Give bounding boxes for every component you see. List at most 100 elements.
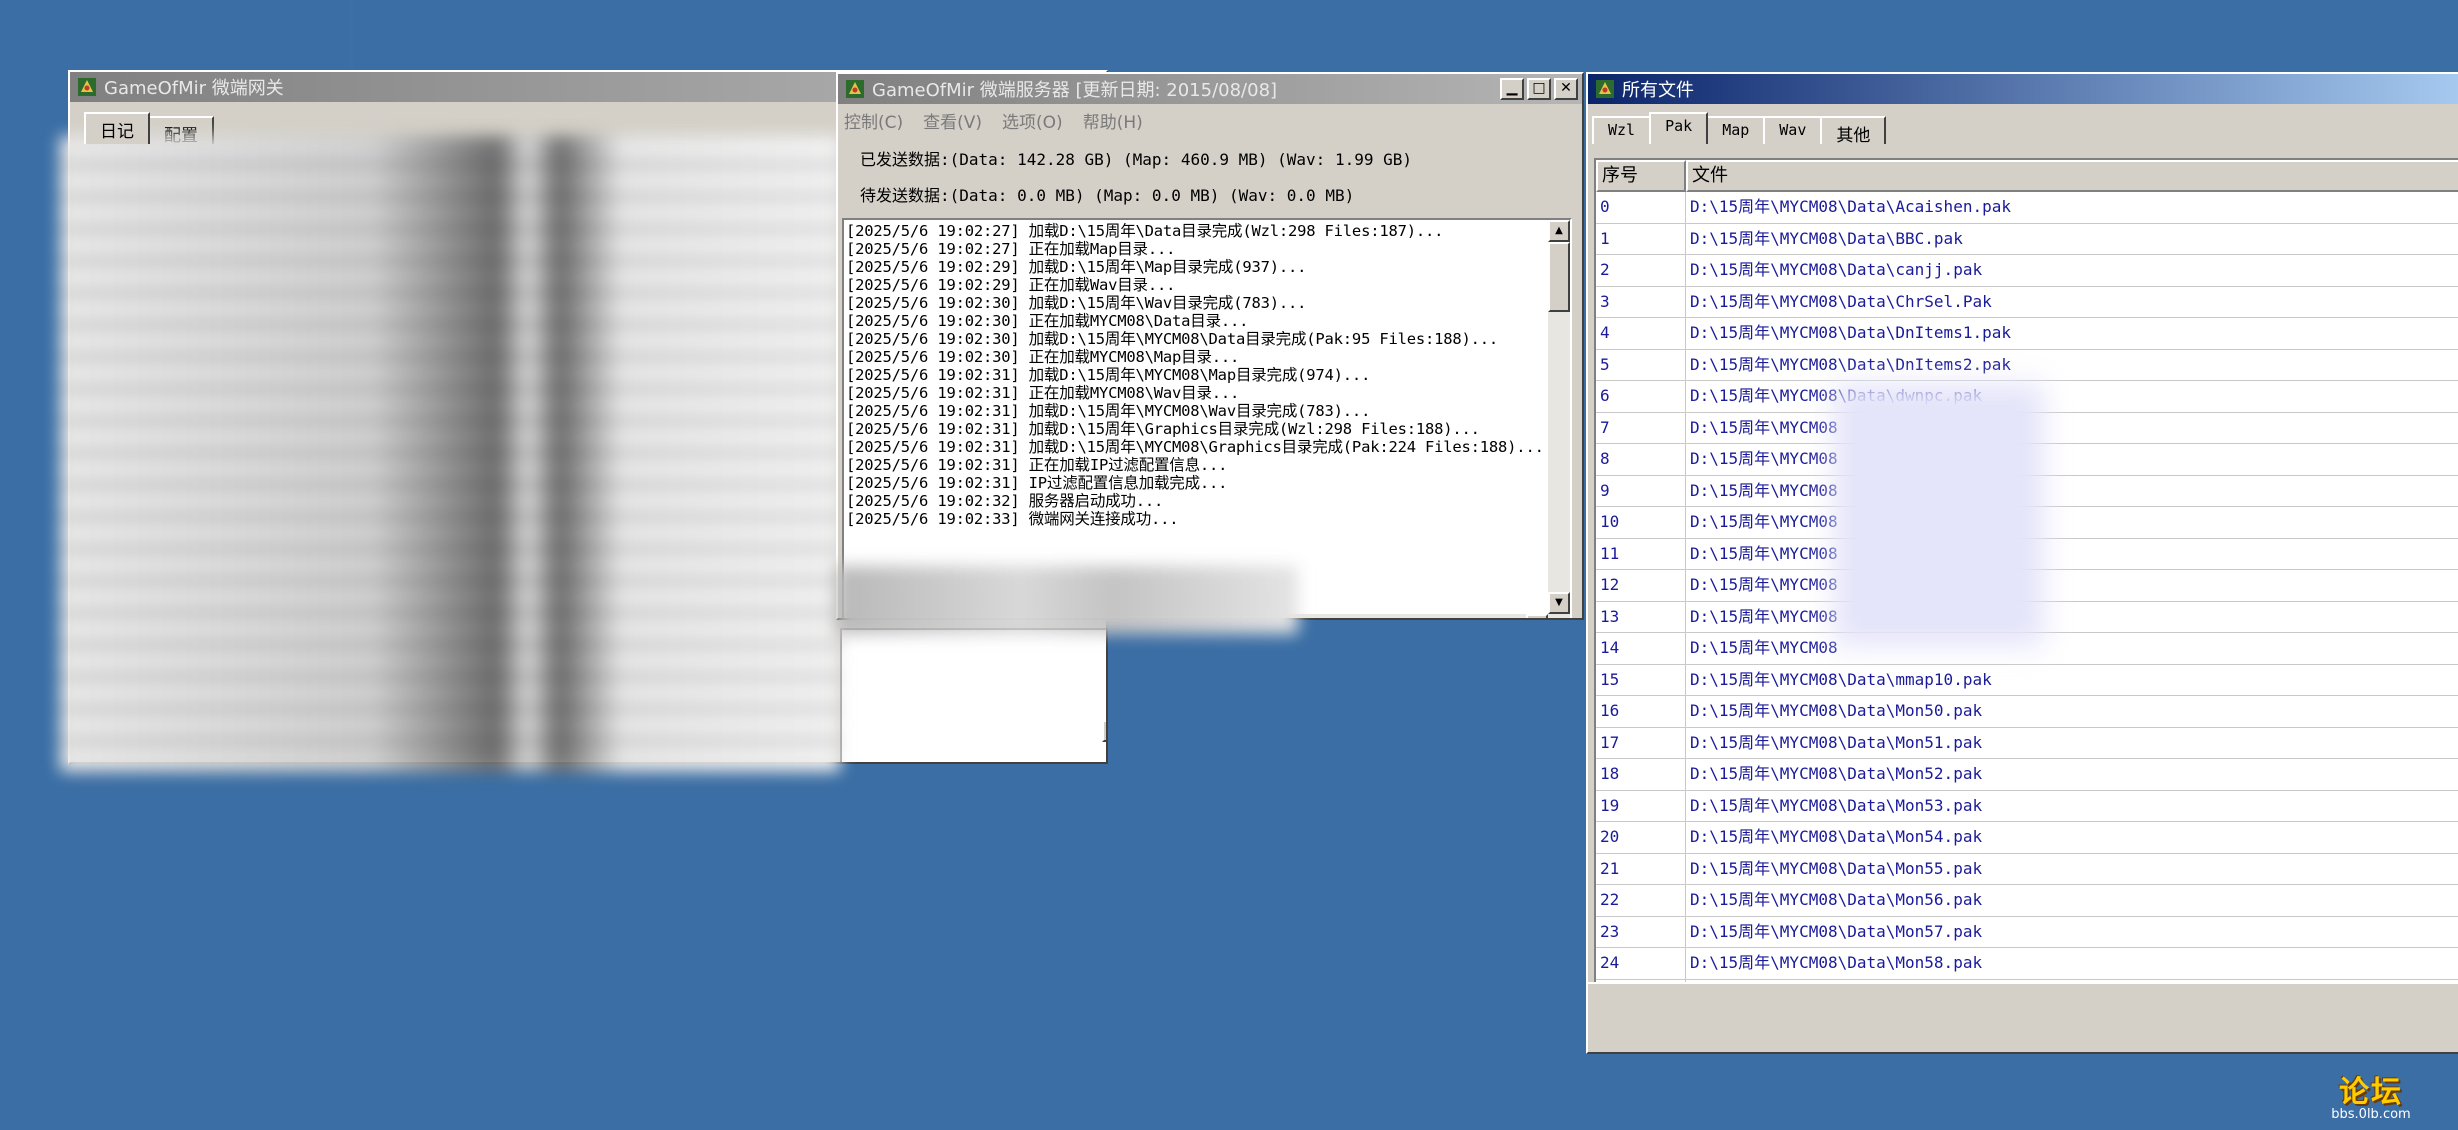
row-index: 24 [1596,948,1686,979]
watermark-sub: bbs.0lb.com [2331,1106,2411,1122]
row-file-path: D:\15周年\MYCM08\Data\Mon54.pak [1690,827,1983,846]
table-row[interactable]: 22 D:\15周年\MYCM08\Data\Mon56.pak [1596,885,2458,917]
table-row[interactable]: 23 D:\15周年\MYCM08\Data\Mon57.pak [1596,916,2458,948]
log-line: [2025/5/6 19:02:31] 正在加载IP过滤配置信息... [846,456,1228,474]
log-vertical-scrollbar[interactable]: ▲ ▼ [1548,220,1570,614]
scroll-up-icon[interactable]: ▲ [1548,220,1570,242]
column-index[interactable]: 序号 [1596,160,1686,192]
files-tabs: Wzl Pak Map Wav 其他 [1592,112,1887,146]
gateway-listbox[interactable]: ▼ ▶ [840,628,1106,762]
table-row[interactable]: 16 D:\15周年\MYCM08\Data\Mon50.pak [1596,696,2458,728]
log-lines: [2025/5/6 19:02:27] 加载D:\15周年\Data目录完成(W… [844,220,1570,528]
row-file-path: D:\15周年\MYCM08 [1690,417,1838,437]
log-line: [2025/5/6 19:02:29] 正在加载Wav目录... [846,276,1176,294]
log-line: [2025/5/6 19:02:30] 正在加载MYCM08\Data目录... [846,312,1249,330]
log-line: [2025/5/6 19:02:31] 加载D:\15周年\MYCM08\Wav… [846,402,1371,420]
menu-control[interactable]: 控制(C) [844,108,903,133]
row-file-path: D:\15周年\MYCM08 [1690,449,1838,468]
blurred-region-files [1834,384,2044,646]
table-row[interactable]: 1 D:\15周年\MYCM08\Data\BBC.pak [1596,223,2458,255]
gateway-scroll-right-icon[interactable]: ▶ [1102,720,1106,742]
game-app-icon [844,78,866,100]
minimize-icon[interactable]: ▁ [1500,78,1524,100]
row-index: 15 [1596,664,1686,695]
row-index: 22 [1596,885,1686,916]
server-log[interactable]: [2025/5/6 19:02:27] 加载D:\15周年\Data目录完成(W… [842,218,1572,618]
row-index: 5 [1596,349,1686,380]
row-file-path: D:\15周年\MYCM08\Data\Mon50.pak [1690,701,1983,720]
row-index: 8 [1596,444,1686,475]
row-file-path: D:\15周年\MYCM08 [1690,638,1838,657]
table-row[interactable]: 19 D:\15周年\MYCM08\Data\Mon53.pak [1596,790,2458,822]
log-line: [2025/5/6 19:02:31] 加载D:\15周年\Graphics目录… [846,420,1480,438]
menu-view[interactable]: 查看(V) [923,108,982,133]
tab-wav[interactable]: Wav [1763,116,1823,144]
menu-help[interactable]: 帮助(H) [1083,108,1143,133]
tab-log[interactable]: 日记 [84,112,150,144]
watermark-main: 论坛 [2339,1074,2403,1110]
log-line: [2025/5/6 19:02:31] 正在加载MYCM08\Wav目录... [846,384,1240,402]
table-row[interactable]: 3 D:\15周年\MYCM08\Data\ChrSel.Pak [1596,286,2458,318]
table-row[interactable]: 0 D:\15周年\MYCM08\Data\Acaishen.pak [1596,192,2458,224]
row-index: 9 [1596,475,1686,506]
column-file[interactable]: 文件 [1686,160,2458,192]
table-row[interactable]: 5 D:\15周年\MYCM08\Data\DnItems2.pak [1596,349,2458,381]
row-index: 21 [1596,853,1686,884]
table-row[interactable]: 15 D:\15周年\MYCM08\Data\mmap10.pak [1596,664,2458,696]
game-app-icon [1594,78,1616,100]
row-file-path: D:\15周年\MYCM08\Data\Mon52.pak [1690,764,1983,783]
scroll-down-icon[interactable]: ▼ [1548,592,1570,614]
row-file-path: D:\15周年\MYCM08\Data\Mon57.pak [1690,921,1983,941]
tab-map[interactable]: Map [1706,116,1766,144]
row-index: 18 [1596,759,1686,790]
row-index: 11 [1596,538,1686,569]
table-row[interactable]: 17 D:\15周年\MYCM08\Data\Mon51.pak [1596,727,2458,759]
log-line: [2025/5/6 19:02:27] 正在加载Map目录... [846,240,1176,258]
row-index: 10 [1596,507,1686,538]
tab-other[interactable]: 其他 [1820,116,1887,146]
table-row[interactable]: 24 D:\15周年\MYCM08\Data\Mon58.pak [1596,948,2458,980]
log-line: [2025/5/6 19:02:30] 加载D:\15周年\Wav目录完成(78… [846,294,1307,312]
pending-data-stats: 待发送数据:(Data: 0.0 MB) (Map: 0.0 MB) (Wav:… [860,186,1355,205]
table-row[interactable]: 21 D:\15周年\MYCM08\Data\Mon55.pak [1596,853,2458,885]
game-app-icon [76,76,98,98]
files-titlebar[interactable]: 所有文件 [1588,74,2458,104]
row-index: 2 [1596,255,1686,286]
scroll-right-icon[interactable]: ▶ [1526,614,1548,618]
server-window: GameOfMir 微端服务器 [更新日期: 2015/08/08] ▁ □ ✕… [836,72,1584,620]
row-file-path: D:\15周年\MYCM08 [1690,480,1838,500]
server-titlebar[interactable]: GameOfMir 微端服务器 [更新日期: 2015/08/08] ▁ □ ✕ [838,74,1582,104]
blurred-region-gateway [60,136,840,772]
maximize-icon[interactable]: □ [1527,78,1551,100]
table-row[interactable]: 20 D:\15周年\MYCM08\Data\Mon54.pak [1596,822,2458,854]
close-icon[interactable]: ✕ [1554,78,1578,100]
table-row[interactable]: 2 D:\15周年\MYCM08\Data\canjj.pak [1596,255,2458,287]
row-index: 17 [1596,727,1686,758]
table-row[interactable]: 18 D:\15周年\MYCM08\Data\Mon52.pak [1596,759,2458,791]
log-scroll-thumb[interactable] [1548,242,1570,312]
row-file-path: D:\15周年\MYCM08 [1690,543,1838,563]
row-file-path: D:\15周年\MYCM08\Data\DnItems1.pak [1690,323,2011,342]
table-row[interactable]: 4 D:\15周年\MYCM08\Data\DnItems1.pak [1596,318,2458,350]
tab-wzl[interactable]: Wzl [1592,116,1652,144]
row-file-path: D:\15周年\MYCM08\Data\Mon55.pak [1690,858,1983,878]
row-index: 7 [1596,412,1686,443]
row-index: 16 [1596,696,1686,727]
row-index: 19 [1596,790,1686,821]
server-menubar: 控制(C) 查看(V) 选项(O) 帮助(H) [844,108,1143,133]
row-index: 3 [1596,286,1686,317]
log-line: [2025/5/6 19:02:32] 服务器启动成功... [846,492,1164,510]
file-list-header: 序号 文件 [1596,160,2458,192]
log-line: [2025/5/6 19:02:30] 正在加载MYCM08\Map目录... [846,348,1240,366]
tab-pak[interactable]: Pak [1649,112,1709,144]
menu-options[interactable]: 选项(O) [1002,108,1063,133]
row-file-path: D:\15周年\MYCM08\Data\Mon56.pak [1690,890,1983,909]
log-line: [2025/5/6 19:02:33] 微端网关连接成功... [846,510,1179,528]
files-title: 所有文件 [1622,80,1694,101]
row-file-path: D:\15周年\MYCM08\Data\Mon53.pak [1690,795,1983,815]
row-file-path: D:\15周年\MYCM08\Data\DnItems2.pak [1690,354,2011,374]
row-file-path: D:\15周年\MYCM08\Data\Acaishen.pak [1690,197,2011,216]
row-index: 12 [1596,570,1686,601]
row-file-path: D:\15周年\MYCM08 [1690,575,1838,594]
log-line: [2025/5/6 19:02:31] 加载D:\15周年\MYCM08\Gra… [846,438,1544,456]
